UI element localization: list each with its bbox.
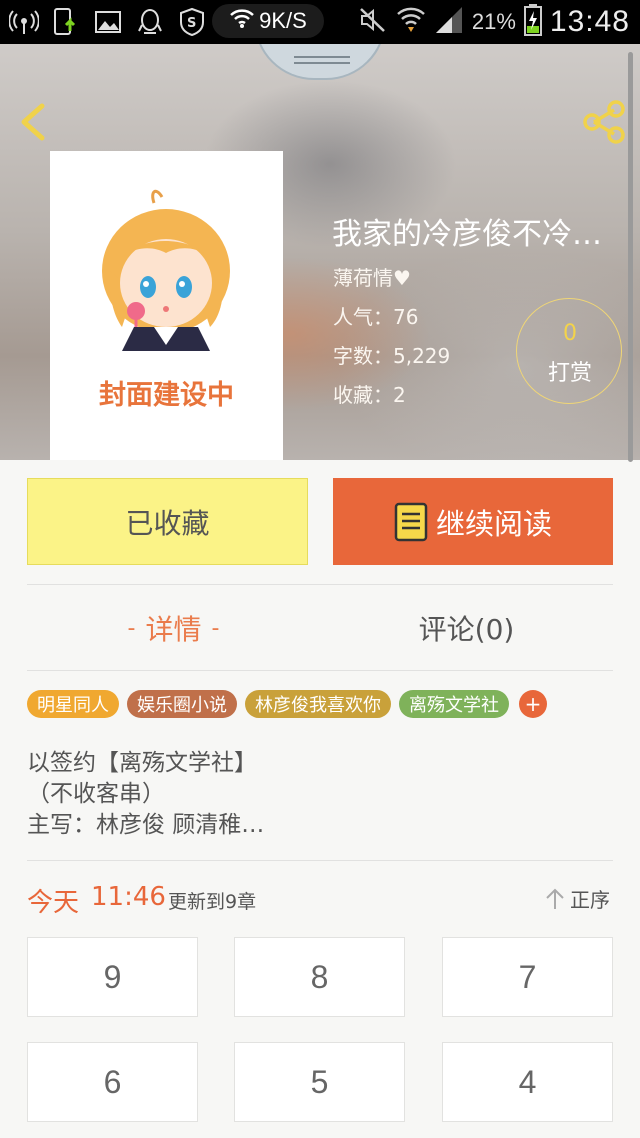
- screen: S 9K/S 21% 13:48 封面建设中 我家的冷彦俊不冷… 薄荷情♥ 人气…: [0, 0, 640, 1138]
- chapter-button[interactable]: 7: [442, 937, 613, 1017]
- tab-comments-label: 评论(0): [418, 613, 515, 646]
- sort-order-label: 正序: [570, 888, 610, 912]
- qq-icon: [134, 7, 166, 37]
- security-shield-icon: S: [176, 7, 208, 37]
- chapter-button[interactable]: 4: [442, 1042, 613, 1122]
- description-line: 主写：林彦俊 顾清稚…: [27, 812, 265, 838]
- book-word-count: 字数：5,229: [333, 344, 451, 368]
- tab-details-label: 详情: [145, 613, 202, 646]
- description-line: （不收客串）: [27, 781, 165, 807]
- tag-chip[interactable]: 林彦俊我喜欢你: [245, 690, 391, 718]
- update-info: 更新到9章: [168, 891, 257, 913]
- cell-signal-icon: [434, 5, 464, 40]
- add-tag-button[interactable]: +: [519, 690, 547, 718]
- tag-list: 明星同人 娱乐圈小说 林彦俊我喜欢你 离殇文学社 +: [27, 690, 547, 718]
- tab-details[interactable]: - 详情 -: [27, 600, 320, 656]
- divider: [27, 860, 613, 861]
- book-author[interactable]: 薄荷情♥: [333, 262, 411, 291]
- chapter-button[interactable]: 5: [234, 1042, 405, 1122]
- chevron-left-icon: [21, 103, 45, 141]
- battery-icon: [523, 3, 542, 41]
- update-time: 11:46: [91, 882, 166, 912]
- favorited-label: 已收藏: [125, 506, 210, 540]
- divider: [27, 670, 613, 671]
- net-speed-text: 9K/S: [259, 8, 307, 33]
- continue-reading-label: 继续阅读: [435, 506, 552, 541]
- mute-icon: [358, 6, 388, 39]
- arrow-up-icon: [546, 888, 564, 909]
- wifi-signal-icon: [396, 5, 426, 40]
- cover-illustration-icon: [102, 189, 230, 351]
- favorited-button[interactable]: 已收藏: [27, 478, 308, 565]
- battery-percent: 21%: [471, 9, 516, 34]
- scrollbar[interactable]: [628, 52, 633, 462]
- reward-button[interactable]: 0 打赏: [516, 298, 622, 404]
- chapter-button[interactable]: 6: [27, 1042, 198, 1122]
- share-button[interactable]: [580, 98, 628, 146]
- chapter-button[interactable]: 9: [27, 937, 198, 1017]
- share-icon: [583, 100, 625, 144]
- book-popularity: 人气：76: [333, 305, 419, 329]
- book-header: 封面建设中 我家的冷彦俊不冷… 薄荷情♥ 人气：76 字数：5,229 收藏：2…: [0, 44, 640, 460]
- tag-chip[interactable]: 明星同人: [27, 690, 119, 718]
- book-icon: [394, 502, 428, 541]
- update-day: 今天: [27, 888, 80, 918]
- sort-order-button[interactable]: 正序: [544, 884, 610, 913]
- reward-count: 0: [563, 321, 577, 346]
- divider: [27, 584, 613, 585]
- book-title: 我家的冷彦俊不冷…: [332, 217, 602, 252]
- tab-comments[interactable]: 评论(0): [320, 600, 613, 656]
- clock: 13:48: [549, 5, 630, 38]
- book-description[interactable]: 以签约【离殇文学社】 （不收客串） 主写：林彦俊 顾清稚…: [27, 748, 613, 841]
- book-favorites: 收藏：2: [333, 383, 406, 407]
- cover-placeholder-text: 封面建设中: [99, 380, 234, 411]
- tag-chip[interactable]: 离殇文学社: [399, 690, 509, 718]
- wifi-hotspot-icon: [8, 7, 40, 37]
- net-speed-indicator: 9K/S: [212, 4, 324, 38]
- image-icon: [92, 7, 124, 37]
- svg-text:S: S: [187, 16, 196, 31]
- book-cover[interactable]: 封面建设中: [50, 151, 283, 460]
- reward-label: 打赏: [547, 361, 592, 386]
- pull-down-handle[interactable]: [254, 44, 386, 80]
- description-line: 以签约【离殇文学社】: [27, 750, 257, 776]
- chapter-button[interactable]: 8: [234, 937, 405, 1017]
- status-bar: S 9K/S 21% 13:48: [0, 0, 640, 44]
- wifi-icon: [229, 8, 255, 34]
- tag-chip[interactable]: 娱乐圈小说: [127, 690, 237, 718]
- phone-update-icon: [50, 7, 82, 37]
- continue-reading-button[interactable]: 继续阅读: [333, 478, 613, 565]
- back-button[interactable]: [14, 100, 54, 144]
